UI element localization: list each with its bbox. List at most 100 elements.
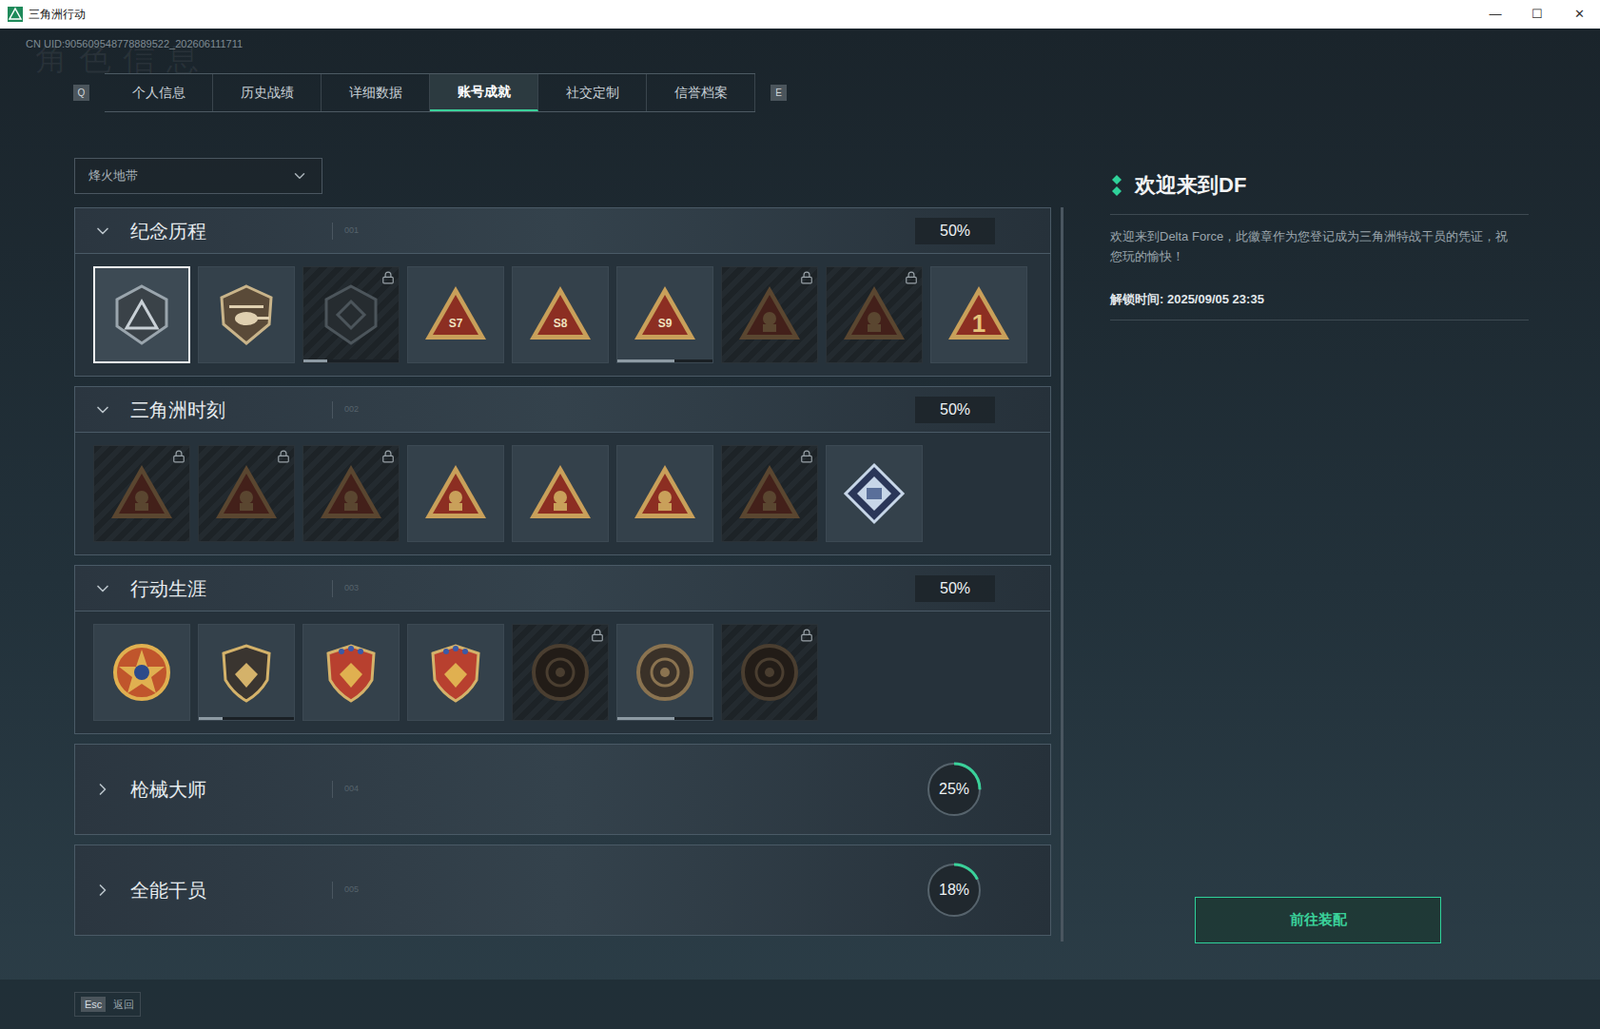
window-title: 三角洲行动 [28, 5, 86, 23]
badge-tile[interactable] [616, 445, 714, 543]
window-control[interactable]: — [1474, 0, 1517, 29]
lock-icon [381, 271, 395, 285]
lock-icon [276, 449, 291, 464]
badge-row: S7S8S9 1 [75, 253, 1051, 376]
triangle-icon [316, 459, 386, 528]
badge-tile[interactable] [197, 624, 295, 722]
section-progress: 50% [915, 217, 996, 245]
badge-progress [198, 717, 294, 721]
section-divider [331, 881, 333, 899]
badge-tile[interactable] [93, 445, 191, 543]
section-divider [331, 222, 333, 240]
badge-tile[interactable] [407, 624, 505, 722]
badge-tile[interactable] [511, 445, 609, 543]
badge-progress-fill [617, 717, 675, 721]
triangle-icon [630, 459, 700, 528]
badge-tile[interactable] [825, 266, 923, 364]
triangle-icon [212, 459, 281, 528]
tab[interactable]: 信誉档案 [646, 74, 756, 112]
next-key[interactable]: E [770, 84, 787, 101]
section-header[interactable]: 行动生涯00350% [75, 565, 1051, 612]
tab[interactable]: 账号成就 [429, 74, 539, 112]
esc-key: Esc [80, 996, 106, 1013]
badge-label: S7 [408, 267, 504, 363]
star-shield-icon [316, 638, 386, 707]
badge-row [75, 432, 1051, 555]
diamond-icon [839, 459, 909, 528]
triangle-icon [526, 280, 595, 350]
badge-tile[interactable] [302, 624, 400, 722]
badge-tile[interactable] [93, 266, 191, 364]
tab[interactable]: 个人信息 [104, 74, 214, 112]
lock-icon [800, 271, 814, 285]
badge-tile[interactable]: S8 [511, 266, 609, 364]
unlock-time: 解锁时间: 2025/09/05 23:35 [1110, 292, 1265, 307]
section-header[interactable]: 三角洲时刻00250% [75, 387, 1051, 433]
badge-tile[interactable] [302, 266, 400, 364]
lock-icon [800, 628, 814, 643]
lock-icon [172, 449, 186, 464]
triangle-icon [421, 459, 490, 528]
badge-tile[interactable] [407, 445, 505, 543]
scrollbar[interactable] [1060, 207, 1064, 942]
round-icon [735, 638, 804, 707]
prev-key[interactable]: Q [73, 84, 90, 101]
chevron-right-icon [93, 780, 113, 800]
badge-row [75, 611, 1051, 734]
section-header[interactable]: 全能干员00518% [75, 845, 1051, 936]
footer-bar: Esc返回 [0, 979, 1600, 1029]
badge-tile[interactable] [93, 624, 191, 722]
chevron-down-icon [291, 167, 309, 185]
section-divider [331, 580, 333, 598]
badge-tile[interactable]: S9 [616, 266, 714, 364]
detail-description: 欢迎来到Delta Force，此徽章作为您登记成为三角洲特战干员的凭证，祝您玩… [1110, 226, 1529, 267]
title-bar: 三角洲行动 —☐✕ [0, 0, 1600, 29]
main-area: 角色信息CN UID:905609548778889522_2026061117… [0, 28, 1600, 1029]
section-index: 004 [344, 782, 359, 797]
lock-icon [590, 628, 605, 643]
mode-dropdown[interactable]: 烽火地带 [74, 157, 323, 195]
hex-shield-icon [316, 280, 386, 350]
section-title: 全能干员 [130, 876, 321, 905]
equip-button[interactable]: 前往装配 [1194, 897, 1442, 944]
badge-tile[interactable] [825, 445, 923, 543]
star-shield-icon [421, 638, 490, 707]
section-divider [331, 401, 333, 419]
badge-tile[interactable] [197, 266, 295, 364]
badge-tile[interactable] [721, 624, 819, 722]
app-window: 三角洲行动 —☐✕角色信息CN UID:905609548778889522_20… [0, 0, 1600, 1029]
tab[interactable]: 历史战绩 [213, 74, 322, 112]
window-control[interactable]: ☐ [1516, 0, 1559, 29]
tab[interactable]: 详细数据 [321, 74, 430, 112]
chevron-down-icon [93, 400, 113, 420]
triangle-icon [735, 459, 804, 528]
triangle-icon [630, 280, 700, 350]
lock-icon [381, 449, 395, 464]
badge-progress [303, 359, 399, 363]
badge-tile[interactable]: 1 [930, 266, 1028, 364]
achievement-section: 纪念历程00150% S7S8S9 1 [74, 207, 1052, 377]
lock-icon [800, 449, 814, 464]
badge-tile[interactable] [721, 445, 819, 543]
badge-progress [617, 359, 713, 363]
tab[interactable]: 社交定制 [538, 74, 647, 112]
section-header[interactable]: 纪念历程00150% [75, 208, 1051, 254]
window-control[interactable]: ✕ [1558, 0, 1600, 29]
back-button[interactable]: Esc返回 [74, 992, 141, 1018]
badge-tile[interactable]: S7 [407, 266, 505, 364]
section-header[interactable]: 枪械大师00425% [75, 744, 1051, 835]
badge-tile[interactable] [511, 624, 609, 722]
achievement-section: 全能干员00518% [74, 844, 1052, 937]
chevron-down-icon [93, 221, 113, 241]
badge-tile[interactable] [197, 445, 295, 543]
content: 烽火地带纪念历程00150% S7S8S9 1 三角洲时刻00250% 行动生涯0035… [0, 157, 1600, 944]
heli-shield-icon [212, 280, 281, 350]
section-title: 行动生涯 [130, 574, 321, 604]
badge-tile[interactable] [721, 266, 819, 364]
badge-tile[interactable] [302, 445, 400, 543]
chevron-right-icon [93, 880, 113, 900]
progress-ring: 25% [924, 760, 984, 820]
badge-tile[interactable] [616, 624, 714, 722]
badge-label: S8 [512, 267, 608, 363]
badge-progress-fill [198, 717, 223, 721]
